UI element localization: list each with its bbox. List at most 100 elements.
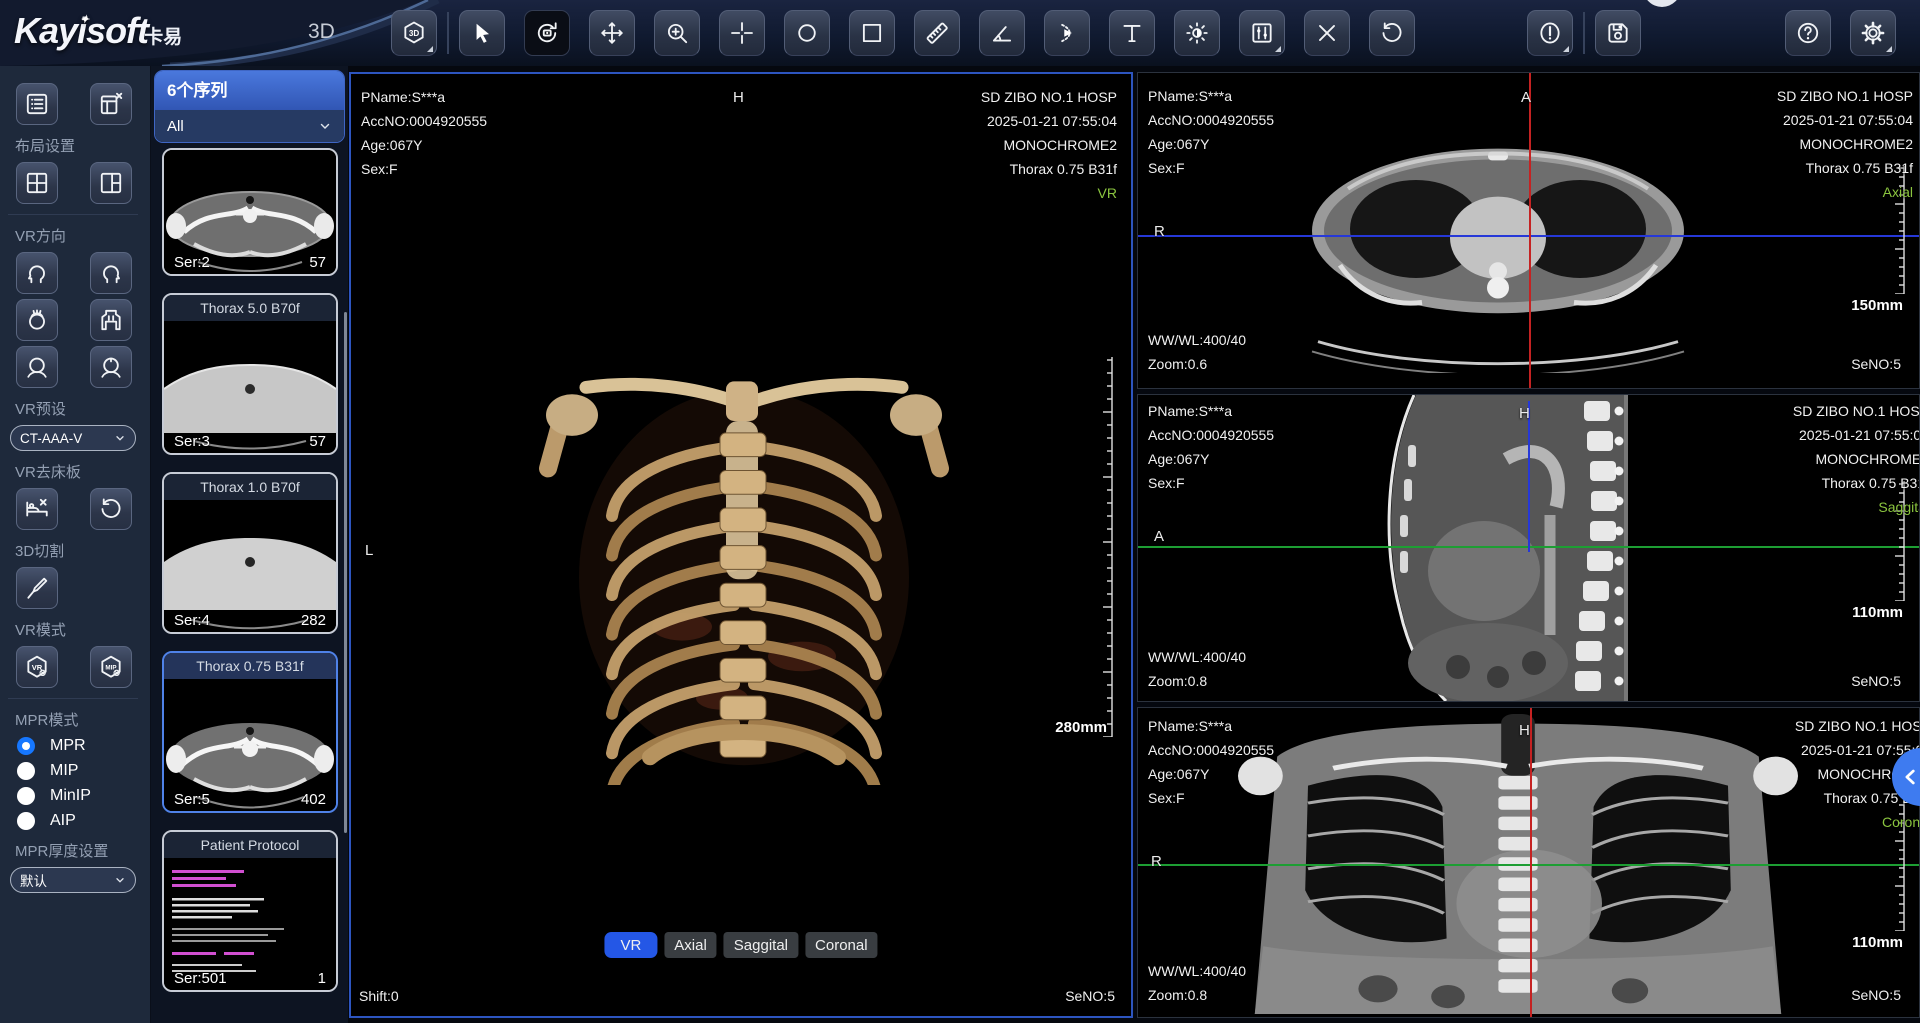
save-tool[interactable] <box>1595 10 1641 56</box>
chevron-down-icon <box>114 432 126 444</box>
mpr-thickness-select[interactable]: 默认 <box>10 867 136 893</box>
rotate-3d-tool[interactable] <box>524 10 570 56</box>
patient-info: PName:S***a AccNO:0004920555 Age:067Y Se… <box>361 85 487 181</box>
view-mode-vr-button[interactable]: VR <box>604 932 657 958</box>
rect-icon <box>859 20 885 46</box>
study-datetime: 2025-01-21 07:55:04 <box>981 109 1117 133</box>
viewport-sagittal[interactable]: PName:S***a AccNO:0004920555 Age:067Y Se… <box>1137 394 1920 702</box>
3d-view-tool[interactable]: 3D <box>391 10 437 56</box>
crosshair-tool[interactable] <box>719 10 765 56</box>
scalpel-icon <box>24 575 50 601</box>
series-item-title: Patient Protocol <box>164 832 336 858</box>
restore-bed-button[interactable] <box>90 488 132 530</box>
study-info: SD ZIBO NO.1 HOSP 2025-01-21 07:55:04 MO… <box>1793 399 1920 519</box>
viewport-main-vr[interactable]: PName:S***a AccNO:0004920555 Age:067Y Se… <box>349 72 1133 1018</box>
vr-orient-superior-button[interactable] <box>16 299 58 341</box>
series-image-count: 282 <box>301 612 326 629</box>
sliders-icon <box>1249 20 1275 46</box>
radio-dot <box>17 787 35 805</box>
reset-tool[interactable] <box>1369 10 1415 56</box>
shift-label: Shift:0 <box>359 984 399 1008</box>
cube3d-icon: 3D <box>401 20 427 46</box>
radio-mip[interactable]: MIP <box>17 762 150 780</box>
series-scrollbar[interactable] <box>344 312 347 833</box>
layout-split-button[interactable] <box>90 162 132 204</box>
zoom-label: Zoom:0.8 <box>1148 669 1246 693</box>
series-filter-select[interactable]: All <box>155 110 344 142</box>
viewport-coronal[interactable]: PName:S***a AccNO:0004920555 Age:067Y Se… <box>1137 707 1920 1018</box>
pan-tool[interactable] <box>589 10 635 56</box>
reference-line-horizontal[interactable] <box>1138 864 1919 866</box>
zoom-tool[interactable] <box>654 10 700 56</box>
sidebar-icon-row <box>0 488 150 530</box>
info-icon <box>1537 20 1563 46</box>
vr-orient-left-button[interactable] <box>16 252 58 294</box>
reset-icon <box>98 496 124 522</box>
vr-orient-right-button[interactable] <box>90 252 132 294</box>
series-item[interactable]: Thorax 0.75 B31fSer:5 402 <box>162 651 338 813</box>
text-annotation-tool[interactable] <box>1109 10 1155 56</box>
cut-3d-button[interactable] <box>16 567 58 609</box>
angle-tool[interactable] <box>979 10 1025 56</box>
radio-mpr[interactable]: MPR <box>17 737 150 755</box>
series-item[interactable]: Thorax 5.0 B70fSer:3 57 <box>162 293 338 455</box>
settings-button[interactable] <box>1850 10 1896 56</box>
rect-roi-tool[interactable] <box>849 10 895 56</box>
crosshair-icon <box>729 20 755 46</box>
reference-line-vertical[interactable] <box>1530 708 1532 1017</box>
window-level-tool[interactable] <box>1174 10 1220 56</box>
ruler-tool[interactable] <box>914 10 960 56</box>
text-icon <box>1119 20 1145 46</box>
layout-close-button[interactable] <box>90 83 132 125</box>
series-item[interactable]: Ser:2 57 <box>162 148 338 276</box>
headBack-icon <box>98 354 124 380</box>
reference-line-vertical[interactable] <box>1528 401 1530 552</box>
sidebar-icon-row <box>0 252 150 294</box>
ww-wl-label: WW/WL:400/40 <box>1148 328 1246 352</box>
vr-orient-posterior-button[interactable] <box>90 346 132 388</box>
photometric: MONOCHROME2 <box>1777 132 1913 156</box>
viewport-axial[interactable]: PName:S***a AccNO:0004920555 Age:067Y Se… <box>1137 72 1920 389</box>
series-number-label: SeNO:5 <box>1065 984 1115 1008</box>
cobb-angle-tool[interactable] <box>1044 10 1090 56</box>
section-label: 3D切割 <box>15 540 150 561</box>
series-number: Ser:501 <box>174 970 227 987</box>
patient-info: PName:S***a AccNO:0004920555 Age:067Y Se… <box>1148 84 1274 180</box>
help-button[interactable] <box>1785 10 1831 56</box>
marker-left: A <box>1154 528 1164 545</box>
vr-mode-button[interactable]: VR <box>16 646 58 688</box>
layout-2x2-button[interactable] <box>16 162 58 204</box>
ellipse-roi-tool[interactable] <box>784 10 830 56</box>
series-item[interactable]: Thorax 1.0 B70fSer:4 282 <box>162 472 338 634</box>
view-mode-axial-button[interactable]: Axial <box>664 932 717 958</box>
radio-aip[interactable]: AIP <box>17 812 150 830</box>
view-mode-saggital-button[interactable]: Saggital <box>724 932 798 958</box>
cursor-tool[interactable] <box>459 10 505 56</box>
zoom-label: Zoom:0.6 <box>1148 352 1246 376</box>
mip-mode-button[interactable]: MIP <box>90 646 132 688</box>
remove-bed-button[interactable] <box>16 488 58 530</box>
series-item-info: Ser:4 282 <box>164 612 336 629</box>
layout-list-button[interactable] <box>16 83 58 125</box>
series-item-info: Ser:3 57 <box>164 433 336 450</box>
delete-tool[interactable] <box>1304 10 1350 56</box>
radio-minip[interactable]: MinIP <box>17 787 150 805</box>
angle-icon <box>989 20 1015 46</box>
vr-orient-body-button[interactable] <box>90 299 132 341</box>
info-tool[interactable] <box>1527 10 1573 56</box>
series-item[interactable]: Patient ProtocolSer:501 1 <box>162 830 338 992</box>
layoutX-icon <box>98 91 124 117</box>
marker-top: H <box>733 89 744 106</box>
vr-orient-anterior-button[interactable] <box>16 346 58 388</box>
app-logo: Kayisoft卡易 <box>14 10 182 52</box>
view-mode-coronal-button[interactable]: Coronal <box>805 932 878 958</box>
study-datetime: 2025-01-21 07:55:04 <box>1777 108 1913 132</box>
section-label: 布局设置 <box>15 135 150 156</box>
section-label: VR预设 <box>15 398 150 419</box>
window-info: WW/WL:400/40 Zoom:0.8 <box>1148 959 1246 1007</box>
reference-line-vertical[interactable] <box>1529 73 1531 388</box>
patient-sex: Sex:F <box>1148 471 1274 495</box>
vr-preset-select[interactable]: CT-AAA-V <box>10 425 136 451</box>
adjust-panel-tool[interactable] <box>1239 10 1285 56</box>
sidebar-divider <box>8 698 138 699</box>
